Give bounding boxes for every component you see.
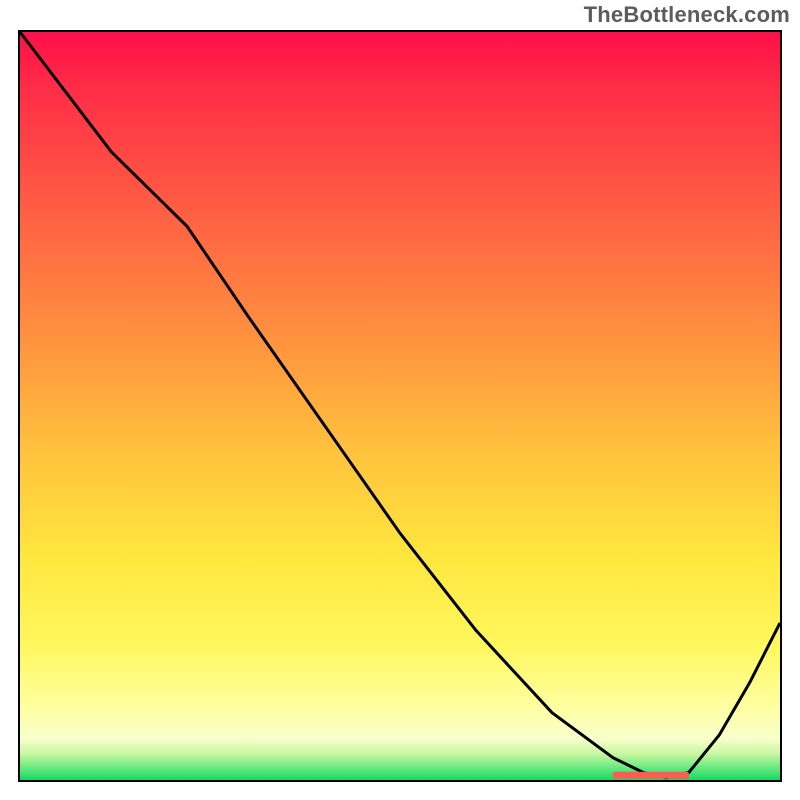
bottleneck-curve: [20, 32, 780, 778]
optimal-marker-band: [613, 772, 689, 779]
plot-overlay: [20, 32, 780, 780]
watermark-text: TheBottleneck.com: [584, 2, 790, 28]
chart-container: TheBottleneck.com: [0, 0, 800, 800]
plot-frame: [18, 30, 782, 782]
